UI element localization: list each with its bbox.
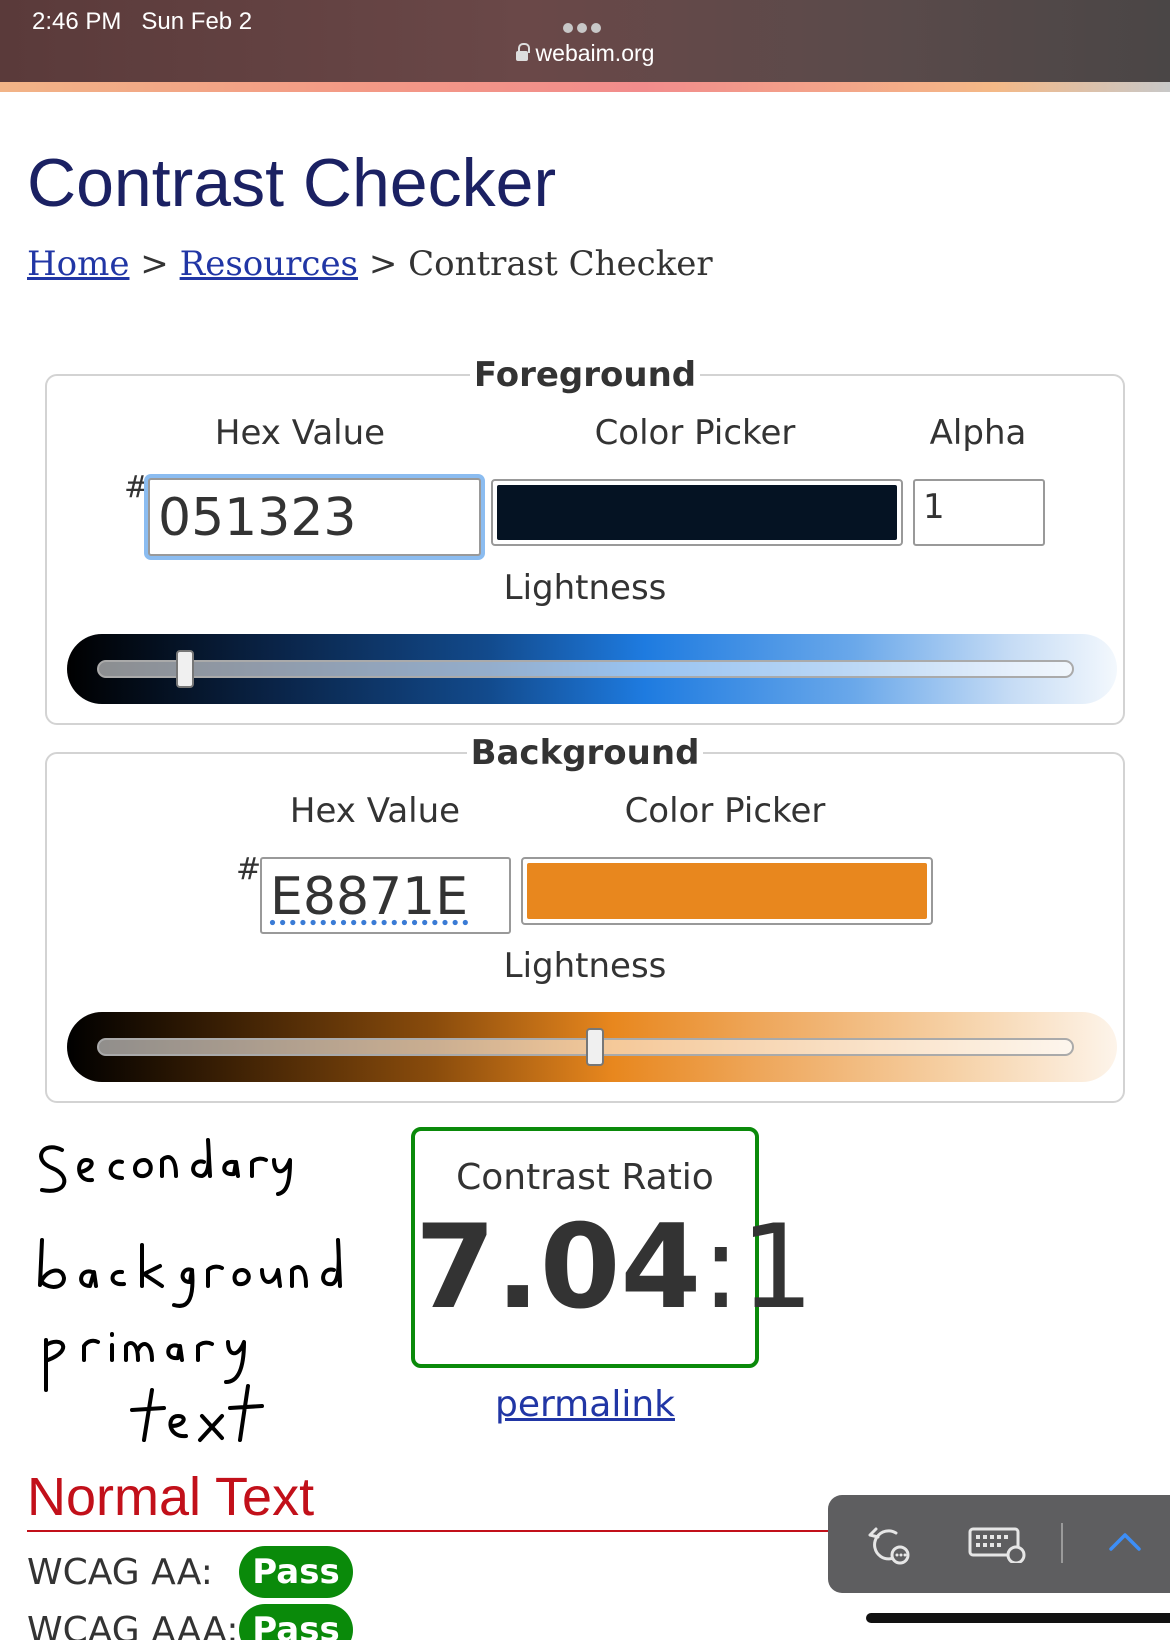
wcag-aaa-label: WCAG AAA: [27,1610,239,1640]
foreground-picker-label: Color Picker [594,413,796,453]
foreground-lightness-label: Lightness [503,568,667,608]
background-legend: Background [470,733,700,773]
background-color-picker[interactable] [521,857,933,925]
alpha-label: Alpha [929,413,1027,453]
background-lightness-slider[interactable] [67,1012,1117,1082]
lock-icon [515,43,530,62]
home-indicator [866,1613,1170,1623]
breadcrumb-current: Contrast Checker [408,244,713,284]
background-lightness-label: Lightness [503,946,667,986]
background-hash: # [236,852,262,887]
contrast-ratio-label: Contrast Ratio [456,1157,714,1198]
slider-track [97,660,1074,678]
foreground-swatch [497,485,897,540]
background-hex-input[interactable]: E8871E [260,857,511,934]
wcag-aa-label: WCAG AA: [27,1552,213,1593]
background-hex-label: Hex Value [289,791,461,831]
alpha-input[interactable]: 1 [913,479,1045,546]
slider-thumb[interactable] [586,1028,605,1066]
heading-rule [27,1530,847,1532]
breadcrumb-resources-link[interactable]: Resources [180,244,358,284]
keyboard-icon[interactable] [968,1527,1026,1563]
foreground-hex-input[interactable]: 051323 [148,478,481,556]
foreground-lightness-slider[interactable] [67,634,1117,704]
browser-top-bar: 2:46 PM Sun Feb 2 webaim.org [0,0,1170,86]
foreground-hash: # [124,470,150,505]
breadcrumb: Home > Resources > Contrast Checker [27,244,713,284]
wcag-aaa-pass-badge: Pass [239,1604,353,1640]
permalink-link[interactable]: permalink [0,1384,1170,1425]
contrast-ratio-box: Contrast Ratio 7.04:1 [411,1127,815,1368]
url-bar[interactable]: webaim.org [0,40,1170,67]
chevron-up-icon[interactable] [1108,1531,1142,1553]
undo-icon[interactable] [866,1525,912,1565]
wcag-aa-pass-badge: Pass [239,1546,353,1598]
background-hex-value: E8871E [270,867,469,927]
breadcrumb-home-link[interactable]: Home [27,244,129,284]
toolbar-divider [1061,1523,1063,1563]
normal-text-heading: Normal Text [27,1467,315,1527]
foreground-color-picker[interactable] [491,479,903,546]
slider-thumb[interactable] [175,650,194,688]
status-time: 2:46 PM Sun Feb 2 [32,8,253,35]
background-swatch [527,863,927,919]
foreground-hex-label: Hex Value [214,413,386,453]
foreground-legend: Foreground [473,355,697,395]
contrast-ratio-value: 7.04:1 [415,1200,815,1335]
page-title: Contrast Checker [27,145,557,221]
more-dots-icon[interactable] [563,18,607,33]
top-bar-glow [0,82,1170,92]
background-picker-label: Color Picker [624,791,826,831]
breadcrumb-separator: > [368,244,398,284]
breadcrumb-separator: > [140,244,169,284]
keyboard-shortcut-bar [828,1495,1170,1593]
